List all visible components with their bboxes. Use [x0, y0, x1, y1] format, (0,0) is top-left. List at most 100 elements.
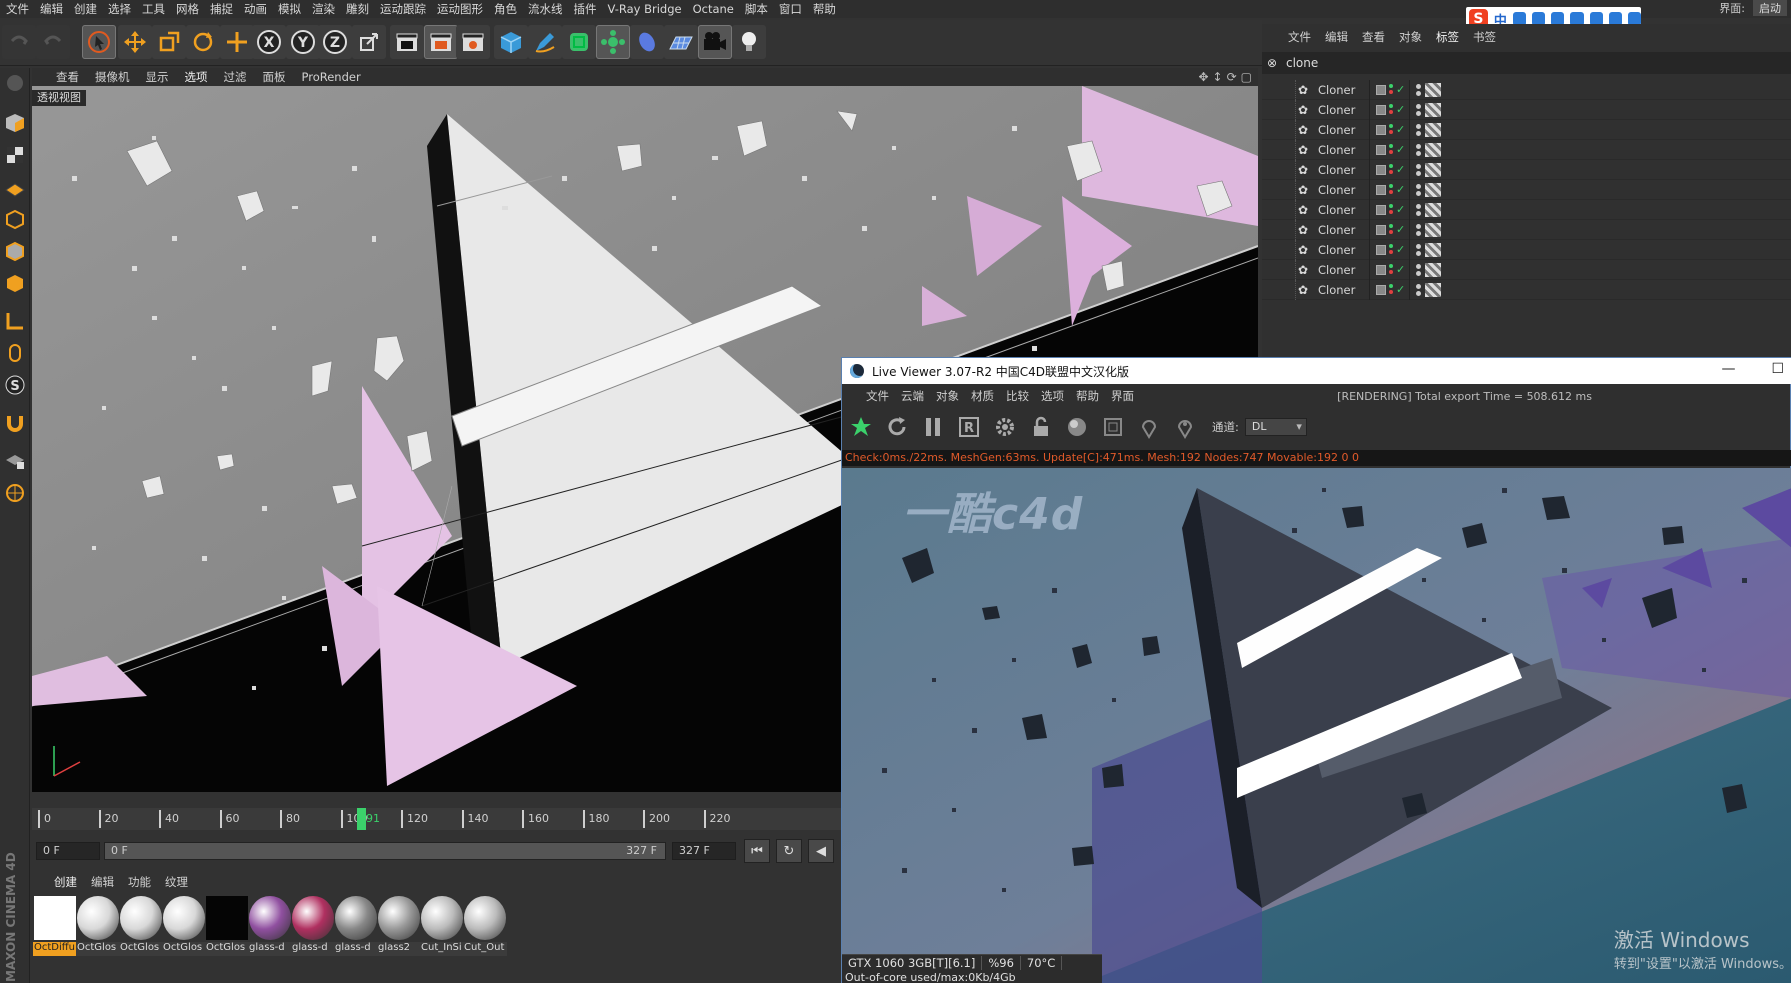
- object-row-cloner[interactable]: ✿ Cloner ✓: [1262, 239, 1791, 260]
- viewport-menu-panel[interactable]: 面板: [255, 69, 294, 85]
- frame-region-button[interactable]: [1098, 412, 1128, 442]
- om-menu-view[interactable]: 查看: [1355, 29, 1392, 45]
- cloner-button[interactable]: [596, 25, 630, 59]
- layer-swatch[interactable]: [1376, 264, 1386, 275]
- menu-mesh[interactable]: 网格: [172, 0, 206, 18]
- pan-icon[interactable]: ✥: [1198, 70, 1208, 84]
- material-swatch[interactable]: OctDiffu: [32, 894, 78, 958]
- y-axis-lock-button[interactable]: Y: [286, 25, 320, 59]
- enabled-check-icon[interactable]: ✓: [1396, 163, 1405, 176]
- workplane-mode-button[interactable]: [2, 172, 28, 202]
- om-menu-edit[interactable]: 编辑: [1318, 29, 1355, 45]
- object-row-cloner[interactable]: ✿ Cloner ✓: [1262, 79, 1791, 100]
- object-row-cloner[interactable]: ✿ Cloner ✓: [1262, 219, 1791, 240]
- enabled-check-icon[interactable]: ✓: [1396, 223, 1405, 236]
- workplane-grid-button[interactable]: [2, 478, 28, 508]
- object-row-cloner[interactable]: ✿ Cloner ✓: [1262, 159, 1791, 180]
- maximize-icon[interactable]: ☐: [1771, 361, 1784, 377]
- layer-swatch[interactable]: [1376, 164, 1386, 175]
- object-row-cloner[interactable]: ✿ Cloner ✓: [1262, 259, 1791, 280]
- lv-menu-objects[interactable]: 对象: [930, 388, 965, 404]
- lock-button[interactable]: [1026, 412, 1056, 442]
- menu-tools[interactable]: 工具: [138, 0, 172, 18]
- subdivision-button[interactable]: [562, 25, 596, 59]
- magnet-button[interactable]: [2, 408, 28, 438]
- lv-menu-help[interactable]: 帮助: [1070, 388, 1105, 404]
- menu-script[interactable]: 脚本: [741, 0, 775, 18]
- octane-tag-icon[interactable]: [1425, 162, 1441, 177]
- layer-swatch[interactable]: [1376, 284, 1386, 295]
- layer-swatch[interactable]: [1376, 184, 1386, 195]
- octane-tag-icon[interactable]: [1425, 82, 1441, 97]
- render-image[interactable]: 一酷c4d 激活 Windows 转到"设置"以激活 Windows。: [842, 468, 1791, 983]
- move-button[interactable]: [118, 25, 152, 59]
- texture-mode-button[interactable]: [2, 140, 28, 170]
- deformer-button[interactable]: [630, 25, 664, 59]
- enabled-check-icon[interactable]: ✓: [1396, 203, 1405, 216]
- visibility-dots[interactable]: [1389, 203, 1393, 216]
- visibility-dots[interactable]: [1389, 263, 1393, 276]
- menu-select[interactable]: 选择: [104, 0, 138, 18]
- menu-pipeline[interactable]: 流水线: [524, 0, 570, 18]
- points-mode-button[interactable]: [2, 204, 28, 234]
- lv-menu-materials[interactable]: 材质: [965, 388, 1000, 404]
- menu-edit[interactable]: 编辑: [36, 0, 70, 18]
- undo-button[interactable]: [2, 25, 36, 59]
- render-settings-button[interactable]: [456, 25, 490, 59]
- start-frame-field[interactable]: 0 F: [36, 842, 100, 860]
- visibility-dots[interactable]: [1389, 83, 1393, 96]
- visibility-dots[interactable]: [1389, 103, 1393, 116]
- pause-button[interactable]: [918, 412, 948, 442]
- viewport-menu-cameras[interactable]: 摄像机: [87, 69, 138, 85]
- menu-render[interactable]: 渲染: [308, 0, 342, 18]
- object-row-cloner[interactable]: ✿ Cloner ✓: [1262, 279, 1791, 300]
- axis-mode-button[interactable]: [2, 306, 28, 336]
- material-swatch[interactable]: Cut_InSi: [419, 894, 465, 958]
- lv-menu-interface[interactable]: 界面: [1105, 388, 1140, 404]
- render-view-button[interactable]: [390, 25, 424, 59]
- menu-sculpt[interactable]: 雕刻: [342, 0, 376, 18]
- octane-tag-icon[interactable]: [1425, 222, 1441, 237]
- menu-window[interactable]: 窗口: [775, 0, 809, 18]
- enabled-check-icon[interactable]: ✓: [1396, 263, 1405, 276]
- layer-swatch[interactable]: [1376, 124, 1386, 135]
- lv-menu-compare[interactable]: 比较: [1000, 388, 1035, 404]
- coord-system-button[interactable]: [352, 25, 386, 59]
- om-menu-tags[interactable]: 标签: [1429, 29, 1466, 45]
- settings-button[interactable]: [990, 412, 1020, 442]
- menu-snap[interactable]: 捕捉: [206, 0, 240, 18]
- pick-focus-button[interactable]: [1134, 412, 1164, 442]
- visibility-dots[interactable]: [1389, 243, 1393, 256]
- enabled-check-icon[interactable]: ✓: [1396, 143, 1405, 156]
- menu-mograph[interactable]: 运动图形: [433, 0, 490, 18]
- tweak-mode-button[interactable]: [2, 338, 28, 368]
- restart-render-button[interactable]: [882, 412, 912, 442]
- lv-menu-cloud[interactable]: 云端: [895, 388, 930, 404]
- material-swatch[interactable]: OctGlos: [75, 894, 121, 958]
- clear-search-icon[interactable]: ⊗: [1262, 56, 1282, 70]
- layer-swatch[interactable]: [1376, 224, 1386, 235]
- light-button[interactable]: [732, 25, 766, 59]
- visibility-dots[interactable]: [1389, 183, 1393, 196]
- material-swatch[interactable]: glass2: [376, 894, 422, 958]
- loop-button[interactable]: ↻: [776, 839, 802, 863]
- model-mode-button[interactable]: [2, 108, 28, 138]
- snap-button[interactable]: S: [2, 370, 28, 400]
- menu-create[interactable]: 创建: [70, 0, 104, 18]
- channel-dropdown[interactable]: DL: [1244, 418, 1307, 436]
- viewport-menu-options[interactable]: 选项: [177, 69, 216, 85]
- visibility-dots[interactable]: [1389, 283, 1393, 296]
- create-axis-button[interactable]: [220, 25, 254, 59]
- menu-vray-bridge[interactable]: V-Ray Bridge: [604, 0, 689, 18]
- polygons-mode-button[interactable]: [2, 268, 28, 298]
- camera-button[interactable]: [698, 25, 732, 59]
- menu-octane[interactable]: Octane: [689, 0, 741, 18]
- viewport-menu-view[interactable]: 查看: [32, 69, 87, 85]
- layer-swatch[interactable]: [1376, 204, 1386, 215]
- material-swatch[interactable]: OctGlos: [118, 894, 164, 958]
- lv-menu-file[interactable]: 文件: [842, 388, 895, 404]
- enabled-check-icon[interactable]: ✓: [1396, 123, 1405, 136]
- octane-tag-icon[interactable]: [1425, 202, 1441, 217]
- pen-button[interactable]: [528, 25, 562, 59]
- menu-file[interactable]: 文件: [2, 0, 36, 18]
